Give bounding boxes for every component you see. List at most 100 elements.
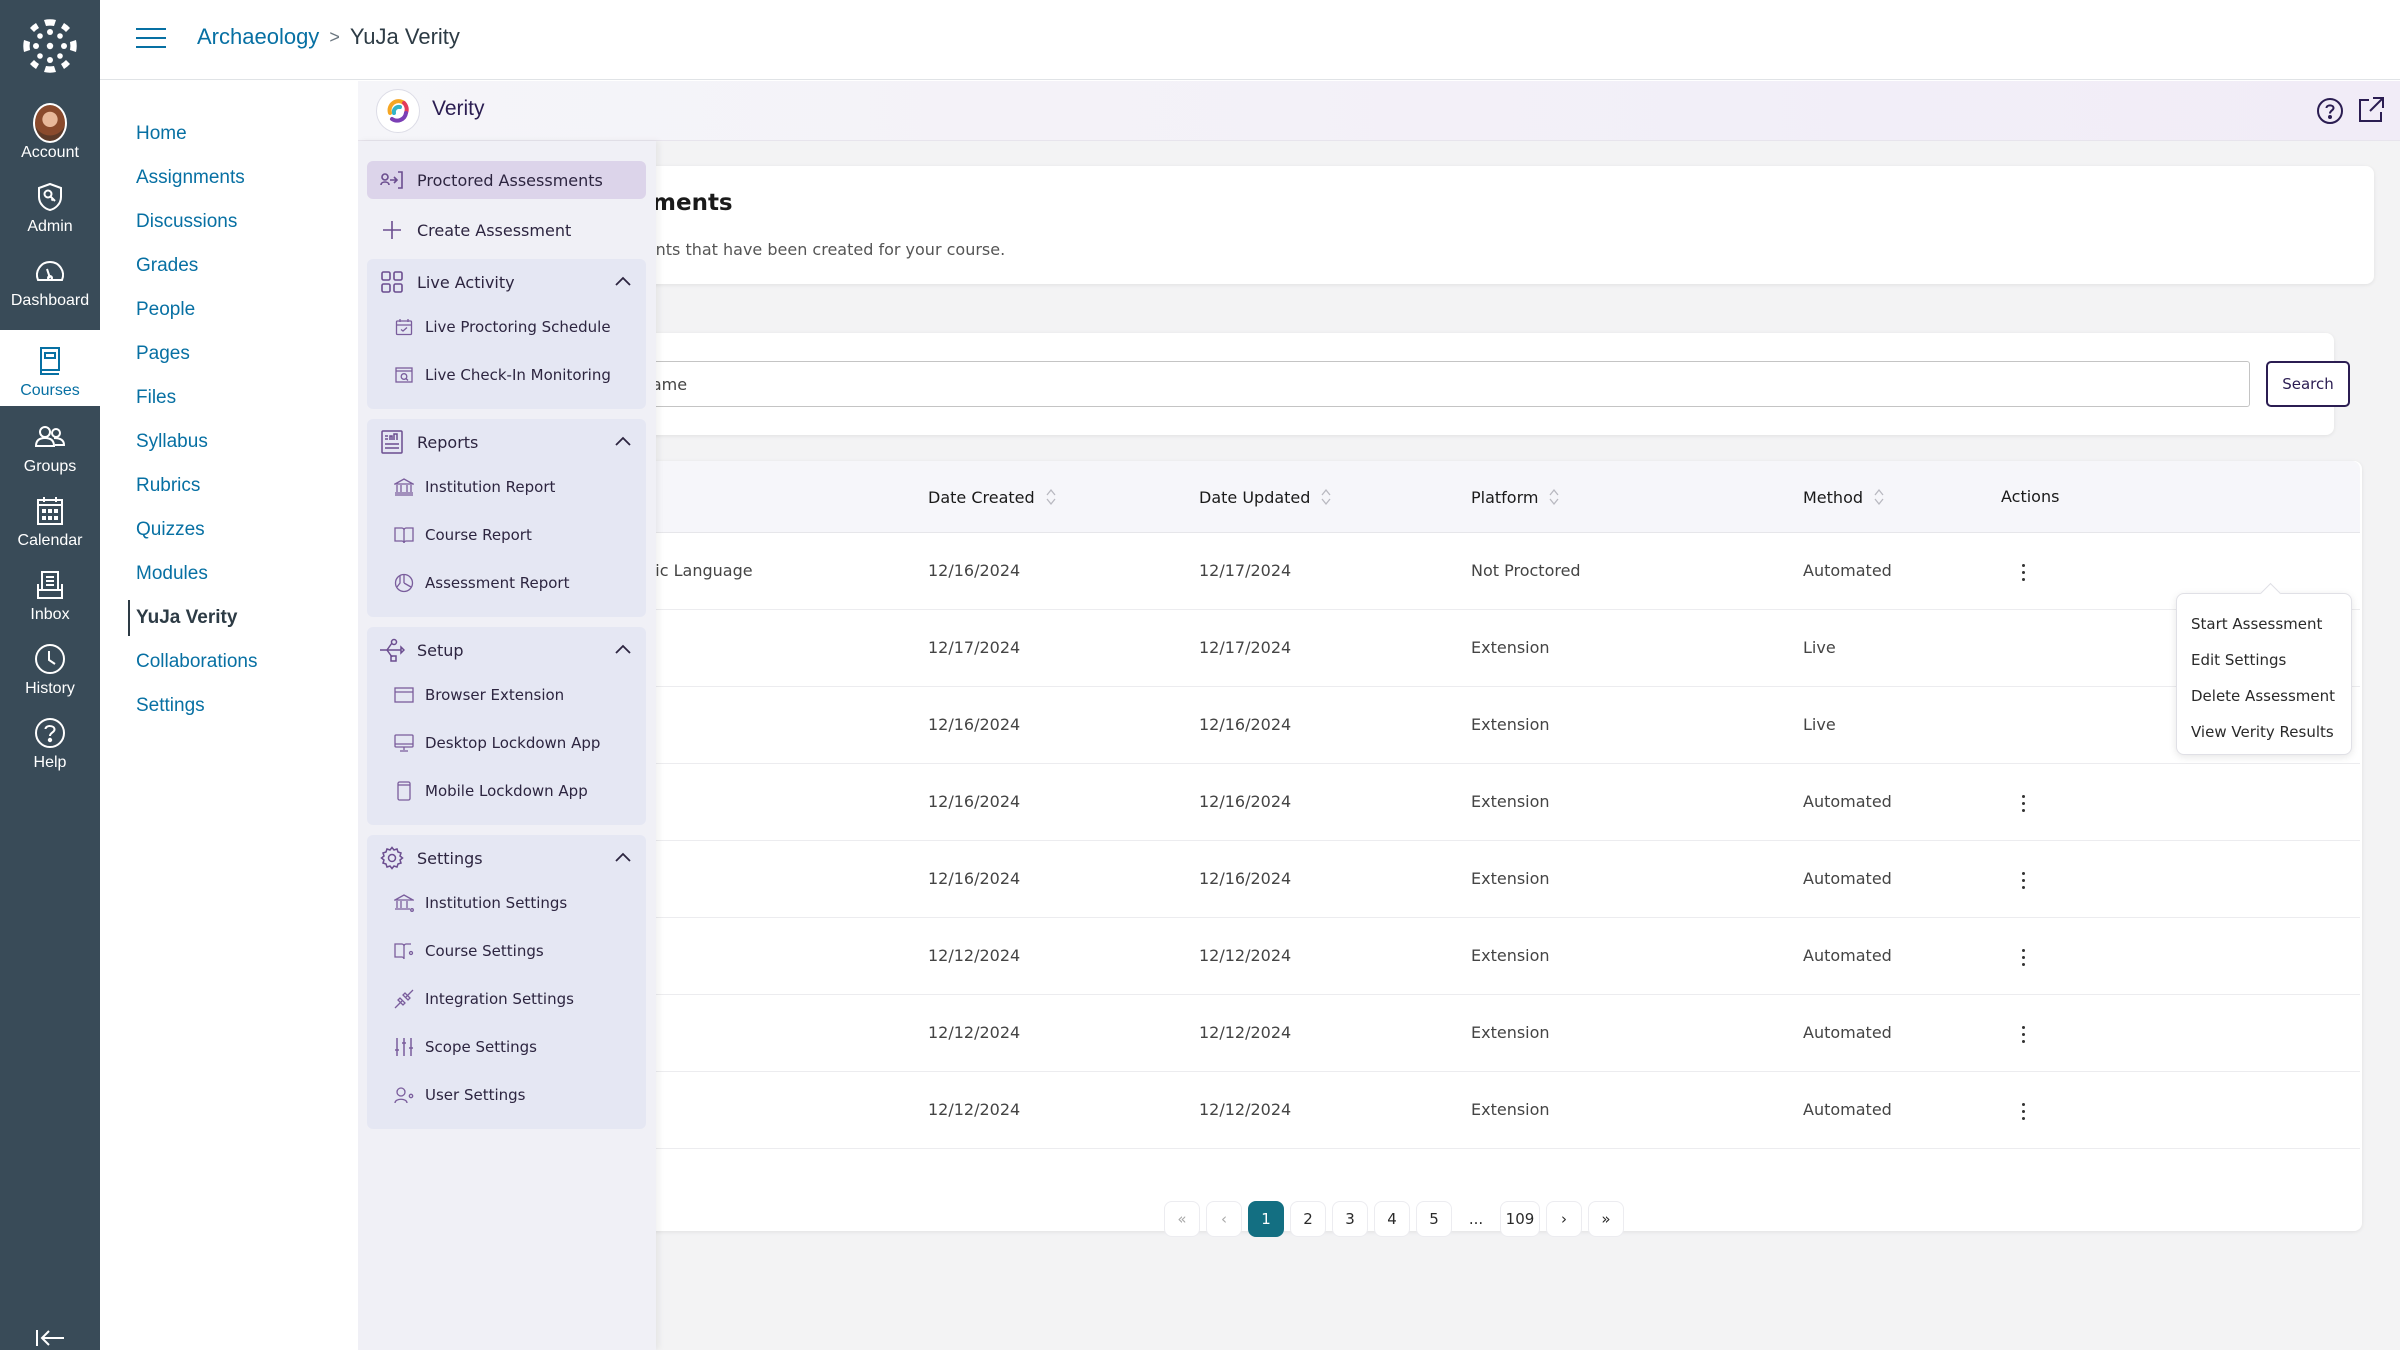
menu-institution-settings[interactable]: Institution Settings (367, 879, 646, 927)
course-nav-grades[interactable]: Grades (110, 244, 358, 288)
page-button[interactable]: 4 (1374, 1201, 1410, 1237)
menu-mobile-lockdown-app[interactable]: Mobile Lockdown App (367, 767, 646, 815)
course-nav-quizzes[interactable]: Quizzes (110, 508, 358, 552)
help-icon[interactable] (2316, 97, 2344, 125)
column-header-method[interactable]: Method (1803, 487, 1885, 507)
assessments-table: Assessment Date Created Date Updated Pla… (418, 461, 2360, 1149)
hamburger-menu-icon[interactable] (136, 28, 166, 50)
menu-course-settings[interactable]: Course Settings (367, 927, 646, 975)
global-nav-account[interactable]: Account (0, 96, 100, 168)
page-button[interactable]: 109 (1500, 1201, 1540, 1237)
chevron-up-icon[interactable] (614, 433, 632, 451)
cell-date-updated: 12/12/2024 (1199, 946, 1292, 965)
search-button[interactable]: Search (2266, 361, 2350, 407)
course-nav-modules[interactable]: Modules (110, 552, 358, 596)
course-nav-people[interactable]: People (110, 288, 358, 332)
open-new-window-icon[interactable] (2356, 95, 2386, 125)
global-nav-calendar[interactable]: Calendar (0, 484, 100, 556)
open-book-icon (393, 524, 415, 546)
global-nav-help[interactable]: Help (0, 706, 100, 778)
search-input[interactable] (422, 361, 2250, 407)
menu-user-settings[interactable]: User Settings (367, 1071, 646, 1119)
action-start-assessment[interactable]: Start Assessment (2177, 606, 2351, 642)
sort-icon (1874, 488, 1884, 506)
column-header-date-updated[interactable]: Date Updated (1199, 487, 1332, 507)
breadcrumb-separator: > (329, 26, 340, 47)
cell-platform: Extension (1471, 1023, 1550, 1042)
cell-date-created: 12/12/2024 (928, 1100, 1021, 1119)
more-actions-icon[interactable] (2013, 1019, 2033, 1049)
more-actions-icon[interactable] (2013, 788, 2033, 818)
more-actions-icon[interactable] (2013, 865, 2033, 895)
course-nav-discussions[interactable]: Discussions (110, 200, 358, 244)
global-nav-dashboard[interactable]: Dashboard (0, 244, 100, 316)
chevron-up-icon[interactable] (614, 641, 632, 659)
global-nav-admin[interactable]: Admin (0, 170, 100, 242)
menu-live-activity-toggle[interactable]: Live Activity (367, 261, 646, 303)
menu-live-check-in-monitoring[interactable]: Live Check-In Monitoring (367, 351, 646, 399)
global-nav-inbox[interactable]: Inbox (0, 558, 100, 630)
menu-desktop-lockdown-app[interactable]: Desktop Lockdown App (367, 719, 646, 767)
course-nav-collaborations[interactable]: Collaborations (110, 640, 358, 684)
menu-assessment-report[interactable]: Assessment Report (367, 559, 646, 607)
chevron-up-icon[interactable] (614, 273, 632, 291)
top-header: Archaeology > YuJa Verity (100, 0, 2400, 80)
action-delete-assessment[interactable]: Delete Assessment (2177, 678, 2351, 714)
more-actions-icon[interactable] (2013, 557, 2033, 587)
usb-icon (379, 637, 405, 663)
column-header-platform[interactable]: Platform (1471, 487, 1560, 507)
course-nav-syllabus[interactable]: Syllabus (110, 420, 358, 464)
sort-icon (1549, 488, 1559, 506)
next-page-button[interactable]: › (1546, 1201, 1582, 1237)
chevron-up-icon[interactable] (614, 849, 632, 867)
verity-title: Verity (432, 97, 485, 120)
cell-date-updated: 12/17/2024 (1199, 638, 1292, 657)
course-nav-pages[interactable]: Pages (110, 332, 358, 376)
more-actions-icon[interactable] (2013, 942, 2033, 972)
course-nav-settings[interactable]: Settings (110, 684, 358, 728)
breadcrumb-course-link[interactable]: Archaeology (197, 24, 319, 50)
menu-live-proctoring-schedule[interactable]: Live Proctoring Schedule (367, 303, 646, 351)
global-nav-groups[interactable]: Groups (0, 410, 100, 482)
page-button[interactable]: 5 (1416, 1201, 1452, 1237)
last-page-button[interactable]: » (1588, 1201, 1624, 1237)
menu-course-report[interactable]: Course Report (367, 511, 646, 559)
global-nav-courses[interactable]: Courses (0, 330, 100, 406)
menu-reports-toggle[interactable]: Reports (367, 421, 646, 463)
menu-settings-toggle[interactable]: Settings (367, 837, 646, 879)
column-header-actions: Actions (2001, 487, 2060, 506)
table-row: General Physics12/12/202412/12/2024Exten… (418, 995, 2360, 1072)
course-nav-yuja-verity[interactable]: YuJa Verity (110, 596, 358, 640)
canvas-logo-icon[interactable] (22, 18, 78, 74)
course-nav-files[interactable]: Files (110, 376, 358, 420)
action-view-verity-results[interactable]: View Verity Results (2177, 714, 2351, 750)
menu-setup-toggle[interactable]: Setup (367, 629, 646, 671)
menu-integration-settings[interactable]: Integration Settings (367, 975, 646, 1023)
monitor-search-icon (393, 364, 415, 386)
course-nav-home[interactable]: Home (110, 112, 358, 156)
collapse-nav-icon[interactable] (34, 1328, 66, 1348)
prev-page-button[interactable]: ‹ (1206, 1201, 1242, 1237)
cell-method: Live (1803, 638, 1836, 657)
menu-scope-settings[interactable]: Scope Settings (367, 1023, 646, 1071)
page-button[interactable]: 2 (1290, 1201, 1326, 1237)
table-header: Assessment Date Created Date Updated Pla… (418, 461, 2360, 533)
first-page-button[interactable]: « (1164, 1201, 1200, 1237)
shield-key-icon (33, 180, 67, 214)
page-button[interactable]: 3 (1332, 1201, 1368, 1237)
cell-platform: Extension (1471, 638, 1550, 657)
pagination: « ‹ 1 2 3 4 5 ... 109 › » (1164, 1201, 1624, 1237)
menu-create-assessment[interactable]: Create Assessment (367, 211, 646, 249)
more-actions-icon[interactable] (2013, 1096, 2033, 1126)
action-edit-settings[interactable]: Edit Settings (2177, 642, 2351, 678)
page-button[interactable]: 1 (1248, 1201, 1284, 1237)
global-nav-history[interactable]: History (0, 632, 100, 704)
menu-proctored-assessments[interactable]: Proctored Assessments (367, 161, 646, 199)
menu-browser-extension[interactable]: Browser Extension (367, 671, 646, 719)
course-nav-rubrics[interactable]: Rubrics (110, 464, 358, 508)
column-header-date-created[interactable]: Date Created (928, 487, 1057, 507)
menu-institution-report[interactable]: Institution Report (367, 463, 646, 511)
breadcrumb-current: YuJa Verity (349, 24, 460, 49)
assessments-table-card: Assessment Date Created Date Updated Pla… (398, 461, 2362, 1231)
course-nav-assignments[interactable]: Assignments (110, 156, 358, 200)
